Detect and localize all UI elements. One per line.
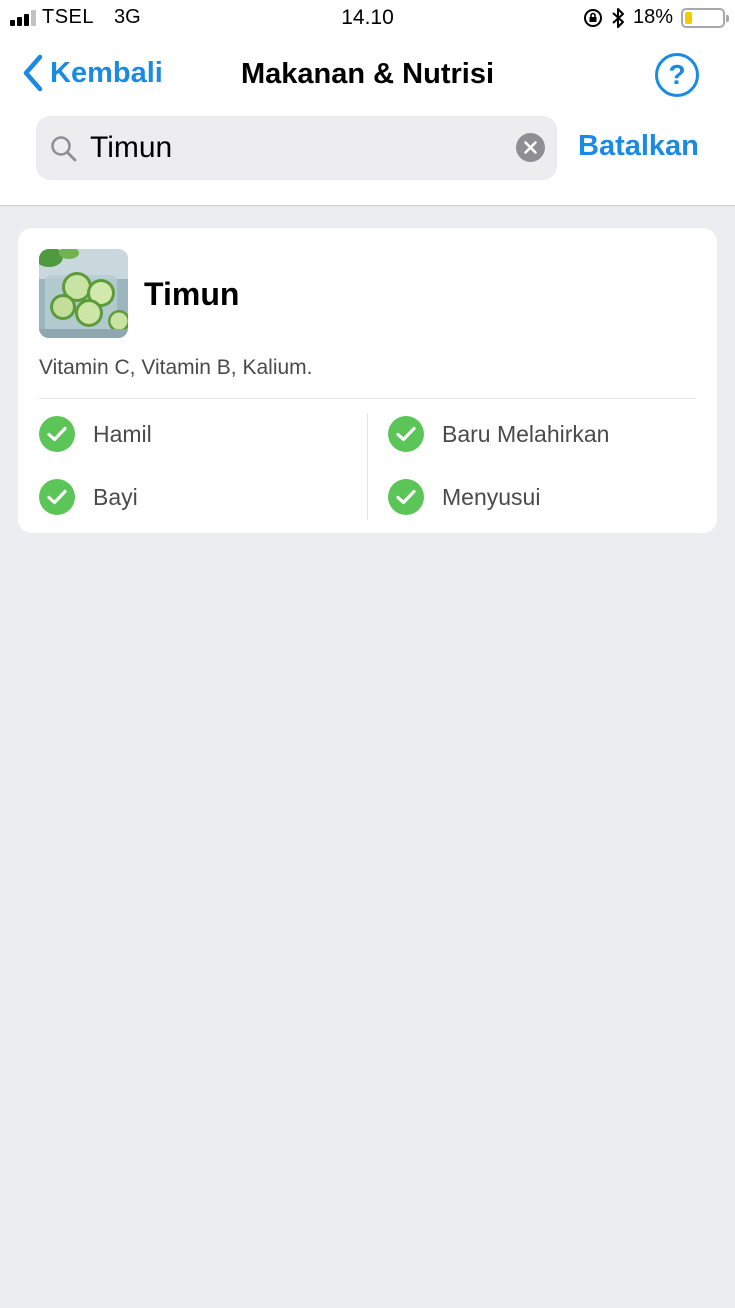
check-icon (388, 416, 424, 452)
search-input[interactable] (90, 126, 500, 170)
food-image (39, 249, 128, 338)
category-menyusui: Menyusui (388, 479, 540, 515)
help-button[interactable]: ? (655, 53, 699, 97)
card-divider (39, 398, 696, 399)
back-button[interactable]: Kembali (22, 54, 163, 92)
battery-icon (681, 7, 729, 28)
food-nutrients: Vitamin C, Vitamin B, Kalium. (39, 356, 313, 379)
column-divider (367, 413, 368, 520)
food-result-card[interactable]: Timun Vitamin C, Vitamin B, Kalium. Hami… (18, 228, 717, 533)
category-hamil: Hamil (39, 416, 152, 452)
cancel-button[interactable]: Batalkan (578, 130, 699, 163)
category-baru-melahirkan: Baru Melahirkan (388, 416, 609, 452)
check-icon (388, 479, 424, 515)
category-label: Bayi (93, 483, 138, 510)
category-label: Hamil (93, 420, 152, 447)
search-icon (51, 136, 77, 162)
rotation-lock-icon (583, 8, 602, 27)
bluetooth-icon (612, 7, 624, 28)
check-icon (39, 416, 75, 452)
status-bar: TSEL 3G 14.10 18% (0, 0, 735, 38)
chevron-left-icon (23, 54, 43, 92)
category-label: Baru Melahirkan (442, 420, 610, 447)
back-label: Kembali (50, 56, 163, 89)
check-icon (39, 479, 75, 515)
category-label: Menyusui (442, 483, 541, 510)
category-bayi: Bayi (39, 479, 138, 515)
close-icon (524, 141, 537, 154)
clear-search-button[interactable] (516, 133, 545, 162)
battery-percent: 18% (632, 6, 673, 28)
nav-header: Kembali Makanan & Nutrisi ? Batalkan (0, 38, 735, 206)
help-icon: ? (668, 59, 686, 90)
food-name: Timun (144, 276, 240, 312)
search-bar (36, 116, 557, 180)
